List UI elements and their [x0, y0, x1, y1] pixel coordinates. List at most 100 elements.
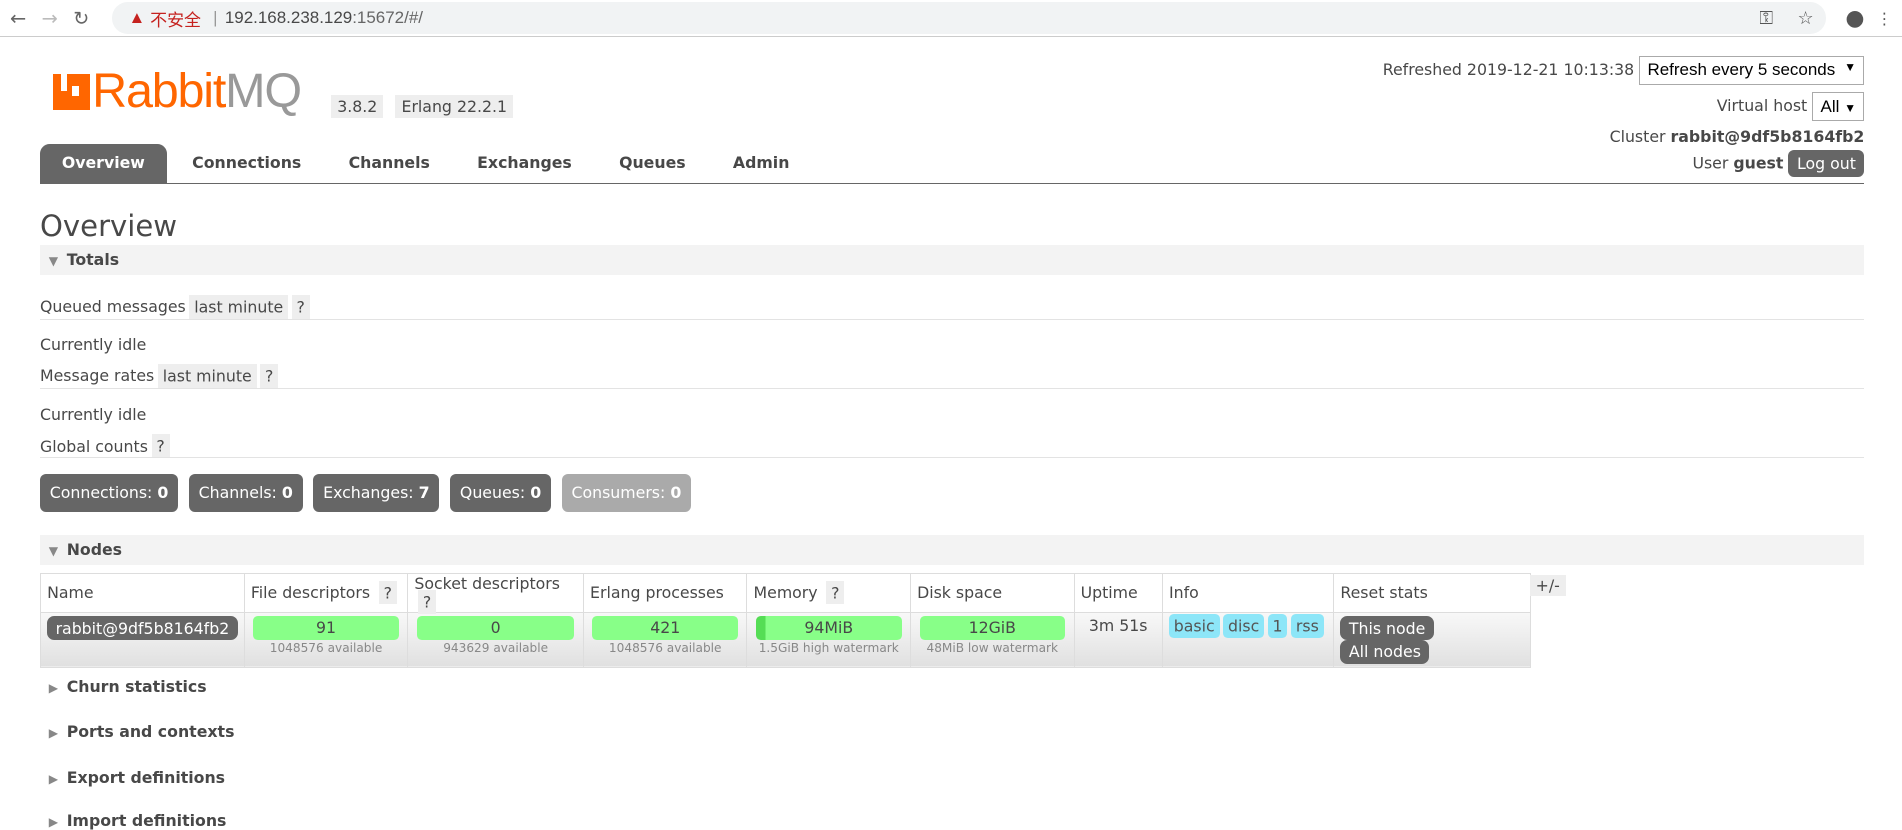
memory-watermark: 1.5GiB high watermark	[758, 641, 899, 656]
col-uptime: Uptime	[1073, 572, 1163, 613]
nodes-section-toggle[interactable]: ▼ Nodes	[40, 534, 1865, 566]
tab-overview[interactable]: Overview	[40, 144, 167, 184]
export-definitions-toggle[interactable]: ▶ Export definitions	[40, 768, 225, 787]
col-socket-descriptors: Socket descriptors ?	[407, 572, 584, 614]
page-title: Overview	[40, 208, 178, 243]
url-host: 192.168.238.129	[224, 8, 353, 28]
browser-toolbar: ← → ↻ ▲ 不安全 | 192.168.238.129:15672/#/ ⚿…	[0, 0, 1902, 38]
refresh-select-value: Refresh every 5 seconds	[1647, 60, 1836, 80]
help-button[interactable]: ?	[417, 590, 437, 614]
nodes-table: Name File descriptors ? Socket descripto…	[40, 572, 1531, 669]
tab-exchanges[interactable]: Exchanges	[455, 144, 593, 183]
version-badge: 3.8.2	[331, 94, 384, 119]
refreshed-time: Refreshed 2019-12-21 10:13:38	[1382, 59, 1635, 79]
col-info: Info	[1161, 572, 1335, 613]
col-file-descriptors: File descriptors ?	[243, 572, 409, 613]
address-bar[interactable]: ▲ 不安全 | 192.168.238.129:15672/#/ ⚿ ☆	[111, 2, 1826, 34]
table-row: rabbit@9df5b8164fb2 91 1048576 available …	[40, 611, 1531, 669]
divider: |	[213, 8, 218, 28]
url-path: :15672/#/	[352, 8, 423, 28]
expand-icon: ▶	[48, 725, 59, 740]
col-name: Name	[40, 572, 245, 613]
rabbitmq-logo[interactable]: RabbitMQ	[53, 63, 302, 118]
collapse-icon: ▼	[48, 543, 59, 558]
idle-text: Currently idle	[40, 405, 147, 425]
connections-count[interactable]: Connections: 0	[40, 474, 179, 512]
star-icon[interactable]: ☆	[1798, 8, 1814, 28]
tab-channels[interactable]: Channels	[327, 144, 452, 183]
erlang-badge: Erlang 22.2.1	[395, 94, 514, 119]
consumers-count[interactable]: Consumers: 0	[561, 474, 691, 512]
channels-count[interactable]: Channels: 0	[188, 474, 303, 512]
exchanges-count[interactable]: Exchanges: 7	[313, 474, 440, 512]
info-badge: 1	[1267, 613, 1288, 638]
info-badge: disc	[1223, 613, 1265, 638]
menu-icon[interactable]: ⋮	[1877, 9, 1893, 28]
churn-statistics-toggle[interactable]: ▶ Churn statistics	[40, 677, 207, 696]
sd-bar: 0	[416, 616, 575, 641]
refresh-select[interactable]: Refresh every 5 seconds ▼	[1639, 55, 1865, 86]
help-button[interactable]: ?	[826, 580, 845, 605]
logo-text-mq: MQ	[225, 63, 302, 118]
reload-icon[interactable]: ↻	[68, 7, 95, 30]
expand-icon: ▶	[48, 771, 59, 786]
period-select[interactable]: last minute	[189, 294, 289, 319]
queued-messages-label: Queued messages	[40, 297, 186, 317]
help-button[interactable]: ?	[260, 363, 279, 388]
section-title: Nodes	[66, 539, 123, 559]
fd-bar: 91	[253, 616, 399, 641]
reset-all-nodes-button[interactable]: All nodes	[1340, 640, 1430, 664]
dropdown-arrow-icon: ▼	[1844, 100, 1857, 115]
help-button[interactable]: ?	[151, 434, 170, 459]
divider	[40, 388, 1865, 389]
ep-bar: 421	[592, 616, 738, 641]
sd-available: 943629 available	[443, 641, 549, 656]
col-erlang-processes: Erlang processes	[582, 572, 748, 613]
vhost-value: All	[1820, 96, 1840, 116]
vhost-select[interactable]: All ▼	[1812, 92, 1865, 122]
uptime-value: 3m 51s	[1073, 611, 1163, 669]
global-counts: Connections: 0 Channels: 0 Exchanges: 7 Que…	[40, 474, 702, 512]
col-memory: Memory ?	[746, 572, 912, 613]
totals-section-toggle[interactable]: ▼ Totals	[40, 245, 1865, 276]
main-tabs: Overview Connections Channels Exchanges …	[40, 144, 1865, 185]
collapse-icon: ▼	[48, 254, 59, 269]
idle-text: Currently idle	[40, 334, 147, 354]
profile-icon[interactable]: ●	[1845, 6, 1864, 31]
tab-admin[interactable]: Admin	[711, 144, 811, 183]
logo-text: Rabbit	[92, 63, 226, 118]
tab-connections[interactable]: Connections	[170, 144, 323, 183]
logo-mark	[53, 73, 90, 111]
expand-icon: ▶	[48, 815, 59, 830]
col-reset-stats: Reset stats	[1333, 572, 1531, 613]
back-icon[interactable]: ←	[5, 7, 32, 30]
disk-bar: 12GiB	[919, 616, 1066, 641]
vhost-label: Virtual host	[1716, 96, 1808, 116]
tab-queues[interactable]: Queues	[597, 144, 707, 183]
section-title: Totals	[66, 250, 120, 270]
key-icon[interactable]: ⚿	[1759, 8, 1773, 28]
memory-bar: 94MiB	[755, 616, 902, 641]
columns-toggle-button[interactable]: +/-	[1529, 574, 1566, 597]
forward-icon[interactable]: →	[36, 7, 63, 30]
divider	[40, 457, 1865, 459]
info-badge: basic	[1168, 613, 1220, 638]
message-rates-label: Message rates	[40, 366, 155, 386]
ep-available: 1048576 available	[608, 641, 722, 656]
info-badge: rss	[1291, 613, 1324, 638]
col-disk-space: Disk space	[910, 572, 1075, 613]
help-button[interactable]: ?	[378, 580, 397, 605]
warning-icon: ▲	[128, 8, 146, 28]
import-definitions-toggle[interactable]: ▶ Import definitions	[40, 811, 227, 830]
security-label: 不安全	[150, 10, 202, 30]
ports-contexts-toggle[interactable]: ▶ Ports and contexts	[40, 722, 235, 741]
period-select[interactable]: last minute	[157, 363, 257, 388]
help-button[interactable]: ?	[291, 294, 310, 319]
queues-count[interactable]: Queues: 0	[450, 474, 551, 512]
node-link[interactable]: rabbit@9df5b8164fb2	[47, 616, 238, 640]
global-counts-label: Global counts	[40, 436, 148, 456]
reset-this-node-button[interactable]: This node	[1340, 616, 1434, 640]
divider	[40, 319, 1865, 320]
fd-available: 1048576 available	[269, 641, 383, 656]
disk-watermark: 48MiB low watermark	[926, 641, 1059, 656]
